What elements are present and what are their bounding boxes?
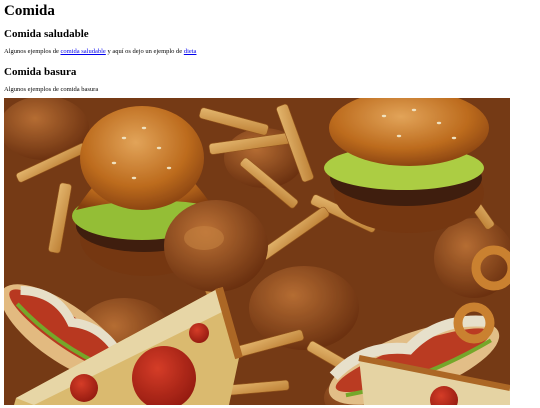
diet-link[interactable]: dieta	[184, 48, 197, 55]
junk-food-image	[4, 98, 510, 405]
page-content: Comida Comida saludable Algunos ejemplos…	[0, 3, 540, 94]
paragraph-text: y aquí os dejo un ejemplo de	[105, 48, 184, 55]
section-heading-junk: Comida basura	[4, 66, 77, 78]
section-heading-healthy: Comida saludable	[4, 28, 89, 40]
page-title: Comida	[4, 3, 55, 19]
healthy-food-paragraph: Algunos ejemplos de comida saludable y a…	[4, 47, 536, 56]
paragraph-text: Algunos ejemplos de	[4, 48, 61, 55]
junk-food-paragraph: Algunos ejemplos de comida basura	[4, 86, 99, 93]
healthy-food-link[interactable]: comida saludable	[61, 48, 106, 55]
